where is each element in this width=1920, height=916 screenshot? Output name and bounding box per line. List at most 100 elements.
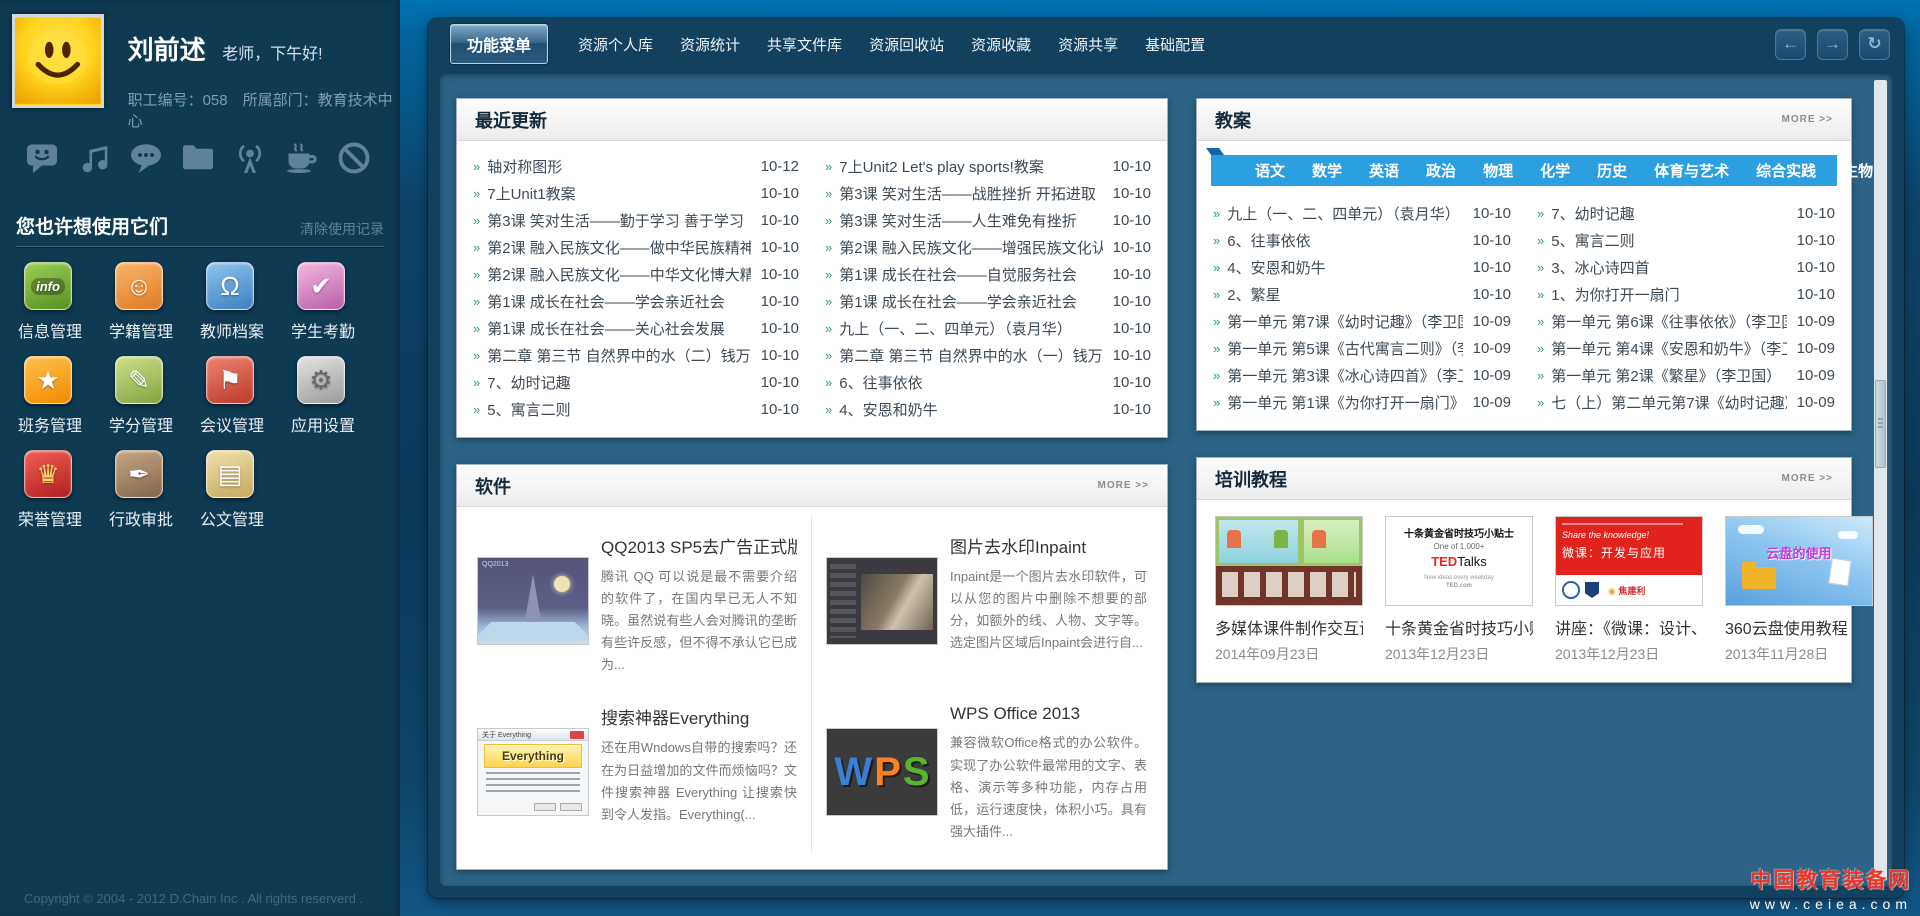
list-item[interactable]: 第3课 笑对生活——勤于学习 善于学习 10-10 xyxy=(473,207,799,234)
list-item[interactable]: 第一单元 第1课《为你打开一扇门》（李卫... 10-09 xyxy=(1213,389,1511,416)
subject-tab[interactable]: 语文 xyxy=(1255,160,1285,181)
subject-tab[interactable]: 物理 xyxy=(1483,160,1513,181)
list-item[interactable]: 7上Unit1教案 10-10 xyxy=(473,180,799,207)
comment-dots-icon[interactable] xyxy=(128,140,164,176)
subject-tab[interactable]: 生物 xyxy=(1843,160,1873,181)
software-thumbnail[interactable]: QQ2013 xyxy=(477,557,589,645)
music-note-icon[interactable] xyxy=(76,140,112,176)
back-button[interactable]: ← xyxy=(1775,28,1806,60)
list-item[interactable]: 2、繁星 10-10 xyxy=(1213,281,1511,308)
coffee-cup-icon[interactable] xyxy=(284,140,320,176)
list-item[interactable]: 6、往事依依 10-10 xyxy=(825,369,1151,396)
list-item[interactable]: 4、安恩和奶牛 10-10 xyxy=(1213,254,1511,281)
list-item[interactable]: 第一单元 第6课《往事依依》（李卫国） 10-09 xyxy=(1537,308,1835,335)
thumb-text: 十条黄金省时技巧小贴士 xyxy=(1404,529,1514,540)
software-thumbnail[interactable]: W P S xyxy=(826,728,938,817)
more-link[interactable]: MORE >> xyxy=(1782,114,1833,125)
message-smiley-icon[interactable] xyxy=(24,140,60,176)
refresh-button[interactable]: ↻ xyxy=(1859,28,1890,60)
list-item[interactable]: 第2课 融入民族文化——增强民族文化认同感 10-10 xyxy=(825,234,1151,261)
item-date: 10-10 xyxy=(760,239,799,256)
broadcast-icon[interactable] xyxy=(232,140,268,176)
nav-tab[interactable]: 资源回收站 xyxy=(869,34,944,55)
nav-tab[interactable]: 共享文件库 xyxy=(767,34,842,55)
list-item[interactable]: 3、冰心诗四首 10-10 xyxy=(1537,254,1835,281)
subject-tab[interactable]: 政治 xyxy=(1426,160,1456,181)
training-item[interactable]: 多媒体课件制作交互设 2014年09月23日 xyxy=(1215,516,1363,664)
nav-tab[interactable]: 基础配置 xyxy=(1145,34,1205,55)
training-item[interactable]: 十条黄金省时技巧小贴士 One of 1,000+ TEDTalks New i… xyxy=(1385,516,1533,664)
app-item[interactable]: ▤ 公文管理 xyxy=(200,450,291,530)
list-item[interactable]: 第一单元 第3课《冰心诗四首》（李卫国） 10-09 xyxy=(1213,362,1511,389)
list-item[interactable]: 九上（一、二、四单元）（袁月华） 10-10 xyxy=(825,315,1151,342)
list-item[interactable]: 第2课 融入民族文化——做中华民族精神的... 10-10 xyxy=(473,234,799,261)
list-item[interactable]: 7、幼时记趣 10-10 xyxy=(1537,200,1835,227)
app-item[interactable]: ☺ 学籍管理 xyxy=(109,262,200,342)
forward-button[interactable]: → xyxy=(1817,28,1848,60)
app-item[interactable]: info 信息管理 xyxy=(18,262,109,342)
list-item[interactable]: 第3课 笑对生活——战胜挫折 开拓进取 10-10 xyxy=(825,180,1151,207)
list-item[interactable]: 第1课 成长在社会——学会亲近社会 10-10 xyxy=(473,288,799,315)
list-item[interactable]: 第一单元 第7课《幼时记趣》（李卫国） 10-09 xyxy=(1213,308,1511,335)
app-item[interactable]: ✎ 学分管理 xyxy=(109,356,200,436)
list-item[interactable]: 第1课 成长在社会——学会亲近社会 10-10 xyxy=(825,288,1151,315)
list-item[interactable]: 第二章 第三节 自然界中的水（二）钱万峰 10-10 xyxy=(473,342,799,369)
app-item[interactable]: ⚑ 会议管理 xyxy=(200,356,291,436)
nav-tab[interactable]: 资源收藏 xyxy=(971,34,1031,55)
software-title[interactable]: QQ2013 SP5去广告正式版 xyxy=(601,533,797,558)
list-item[interactable]: 5、寓言二则 10-10 xyxy=(1537,227,1835,254)
subject-tab[interactable]: 综合实践 xyxy=(1756,160,1816,181)
list-item[interactable]: 第3课 笑对生活——人生难免有挫折 10-10 xyxy=(825,207,1151,234)
app-item[interactable]: ♛ 荣誉管理 xyxy=(18,450,109,530)
list-item[interactable]: 九上（一、二、四单元）（袁月华） 10-10 xyxy=(1213,200,1511,227)
photo-decoration xyxy=(861,574,933,630)
function-menu-button[interactable]: 功能菜单 xyxy=(450,24,549,64)
more-link[interactable]: MORE >> xyxy=(1098,480,1149,491)
subject-tab[interactable]: 历史 xyxy=(1597,160,1627,181)
software-thumbnail[interactable] xyxy=(826,557,938,645)
content-scrollbar[interactable] xyxy=(1874,80,1887,880)
list-item[interactable]: 5、寓言二则 10-10 xyxy=(473,396,799,423)
subject-tab[interactable]: 体育与艺术 xyxy=(1654,160,1729,181)
nav-tab[interactable]: 资源统计 xyxy=(680,34,740,55)
list-item[interactable]: 7、幼时记趣 10-10 xyxy=(473,369,799,396)
training-item[interactable]: 云盘的使用 360云盘使用教程 2013年11月28日 xyxy=(1725,516,1873,664)
app-item[interactable]: ⚙ 应用设置 xyxy=(291,356,382,436)
item-title: 6、往事依依 xyxy=(1227,233,1311,250)
app-item[interactable]: Ω 教师档案 xyxy=(200,262,291,342)
nav-tab[interactable]: 资源共享 xyxy=(1058,34,1118,55)
list-item[interactable]: 轴对称图形 10-12 xyxy=(473,153,799,180)
list-item[interactable]: 第1课 成长在社会——关心社会发展 10-10 xyxy=(473,315,799,342)
subject-tab[interactable]: 英语 xyxy=(1369,160,1399,181)
more-link[interactable]: MORE >> xyxy=(1782,473,1833,484)
item-date: 10-10 xyxy=(1796,205,1835,222)
list-item[interactable]: 第一单元 第4课《安恩和奶牛》（李卫国） 10-09 xyxy=(1537,335,1835,362)
app-item[interactable]: ★ 班务管理 xyxy=(18,356,109,436)
item-title: 7上Unit2 Let's play sports!教案 xyxy=(839,159,1044,176)
list-item[interactable]: 七（上）第二单元第7课《幼时记趣》（李... 10-09 xyxy=(1537,389,1835,416)
scrollbar-thumb[interactable] xyxy=(1875,380,1886,468)
app-item[interactable]: ✒ 行政审批 xyxy=(109,450,200,530)
item-title: 第3课 笑对生活——战胜挫折 开拓进取 xyxy=(839,186,1096,203)
list-item[interactable]: 7上Unit2 Let's play sports!教案 10-10 xyxy=(825,153,1151,180)
list-item[interactable]: 第二章 第三节 自然界中的水（一）钱万峰 10-10 xyxy=(825,342,1151,369)
list-item[interactable]: 第2课 融入民族文化——中华文化博大精深 10-10 xyxy=(473,261,799,288)
list-item[interactable]: 1、为你打开一扇门 10-10 xyxy=(1537,281,1835,308)
list-item[interactable]: 6、往事依依 10-10 xyxy=(1213,227,1511,254)
clear-history-link[interactable]: 清除使用记录 xyxy=(300,219,384,239)
list-item[interactable]: 第一单元 第2课《繁星》（李卫国） 10-09 xyxy=(1537,362,1835,389)
software-title[interactable]: 图片去水印Inpaint xyxy=(950,533,1147,558)
software-title[interactable]: 搜索神器Everything xyxy=(601,704,797,729)
block-icon[interactable] xyxy=(336,140,372,176)
folder-icon[interactable] xyxy=(180,140,216,176)
software-thumbnail[interactable]: 关于 Everything Everything xyxy=(477,728,589,817)
subject-tab[interactable]: 化学 xyxy=(1540,160,1570,181)
list-item[interactable]: 4、安恩和奶牛 10-10 xyxy=(825,396,1151,423)
nav-tab[interactable]: 资源个人库 xyxy=(578,34,653,55)
list-item[interactable]: 第一单元 第5课《古代寓言二则》（李卫国） 10-09 xyxy=(1213,335,1511,362)
app-item[interactable]: ✔ 学生考勤 xyxy=(291,262,382,342)
list-item[interactable]: 第1课 成长在社会——自觉服务社会 10-10 xyxy=(825,261,1151,288)
software-title[interactable]: WPS Office 2013 xyxy=(950,704,1147,724)
subject-tab[interactable]: 数学 xyxy=(1312,160,1342,181)
training-item[interactable]: Share the knowledge! 微课：开发与应用 焦建利 xyxy=(1555,516,1703,664)
